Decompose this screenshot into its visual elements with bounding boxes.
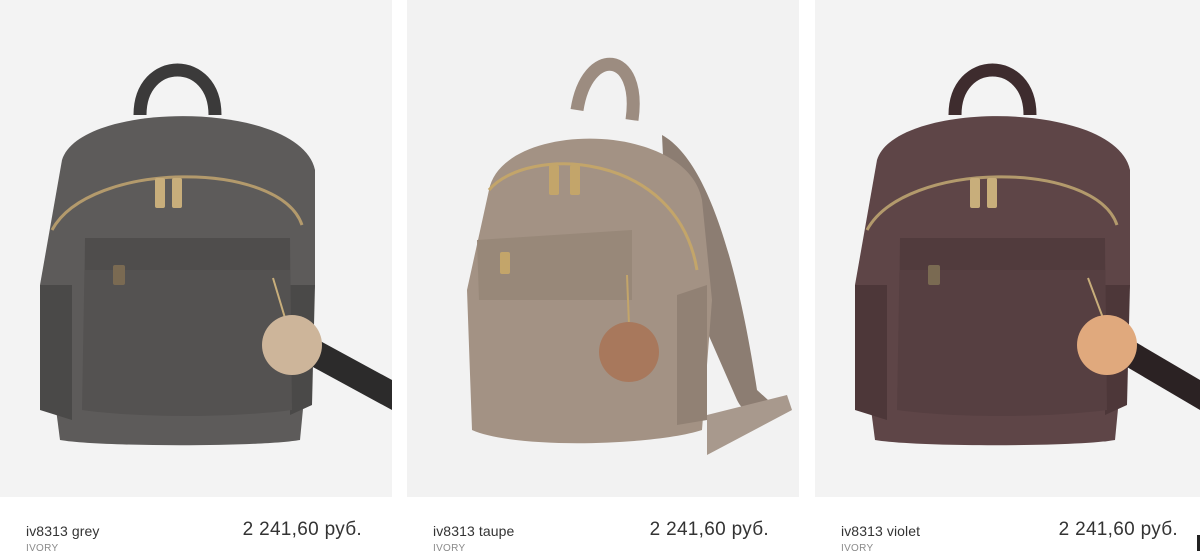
backpack-image <box>407 0 799 497</box>
product-name[interactable]: iv8313 violet <box>841 523 920 539</box>
product-meta: iv8313 grey IVORY 2 241,60 руб. <box>0 497 392 556</box>
product-price: 2 241,60 руб. <box>649 519 769 540</box>
product-brand: IVORY <box>433 543 466 554</box>
product-brand: IVORY <box>841 543 874 554</box>
product-card-violet[interactable]: iv8313 violet IVORY 2 241,60 руб. <box>815 0 1200 556</box>
product-meta: iv8313 taupe IVORY 2 241,60 руб. <box>407 497 799 556</box>
product-name[interactable]: iv8313 grey <box>26 523 99 539</box>
product-card-taupe[interactable]: iv8313 taupe IVORY 2 241,60 руб. <box>407 0 799 556</box>
product-grid: iv8313 grey IVORY 2 241,60 руб. iv8313 t… <box>0 0 1200 556</box>
product-brand: IVORY <box>26 543 59 554</box>
product-image[interactable] <box>815 0 1200 497</box>
product-card-grey[interactable]: iv8313 grey IVORY 2 241,60 руб. <box>0 0 392 556</box>
product-price: 2 241,60 руб. <box>1058 519 1178 540</box>
product-image[interactable] <box>407 0 799 497</box>
backpack-image <box>815 0 1200 497</box>
product-image[interactable] <box>0 0 392 497</box>
product-meta: iv8313 violet IVORY 2 241,60 руб. <box>815 497 1200 556</box>
backpack-image <box>0 0 392 497</box>
product-price: 2 241,60 руб. <box>242 519 362 540</box>
product-name[interactable]: iv8313 taupe <box>433 523 514 539</box>
